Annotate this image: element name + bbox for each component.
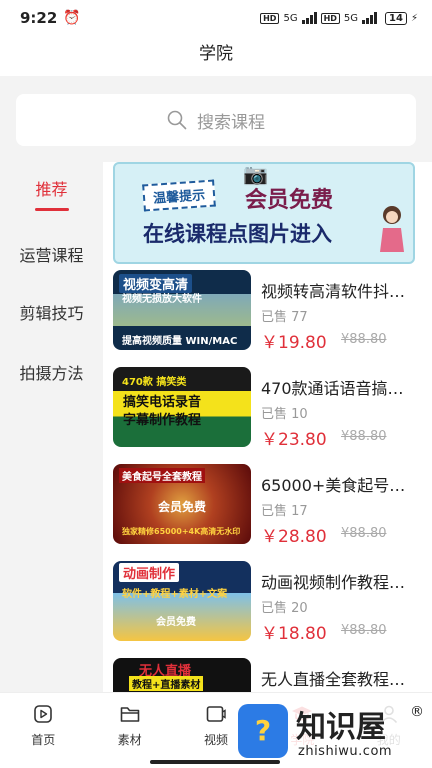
sidebar-item-recommend[interactable]: 推荐: [0, 162, 103, 224]
course-original-price: ¥88.80: [341, 429, 387, 444]
sidebar-item-editing[interactable]: 剪辑技巧: [0, 282, 103, 342]
tab-label: 视频: [203, 733, 228, 747]
course-card-3[interactable]: 美食起号全套教程 会员免费 独家精修65000+4K高清无水印 65000+美食…: [113, 464, 423, 550]
course-sold-count: 已售 17: [261, 504, 308, 519]
course-thumbnail: 动画制作 软件+教程+素材+文案 会员免费: [113, 561, 251, 641]
banner-subtitle: 在线课程点图片进入: [143, 222, 332, 246]
course-price: ￥28.80: [261, 527, 327, 547]
course-original-price: ¥88.80: [341, 526, 387, 541]
video-icon: [206, 706, 226, 722]
girl-illustration-icon: [380, 206, 404, 252]
battery-icon: 14: [385, 11, 407, 25]
sidebar-item-label: 拍摄方法: [19, 364, 84, 383]
thumb-subtitle: 字幕制作教程: [123, 413, 202, 428]
thumb-title: 美食起号全套教程: [119, 468, 205, 483]
battery-level: 14: [389, 12, 403, 24]
course-card-2[interactable]: 470款 搞笑类 搞笑电话录音 字幕制作教程 470款通话语音搞… 已售 10 …: [113, 367, 423, 453]
course-list: 📷 温馨提示 会员免费 在线课程点图片进入 视频变高清 视频无损放大软件 提高视…: [103, 162, 432, 692]
page-title: 学院: [0, 36, 432, 76]
course-card-5[interactable]: 无人直播 教程+直播素材 无人直播全套教程…: [113, 658, 423, 692]
tab-home[interactable]: 首页: [0, 693, 86, 768]
charging-icon: ⚡: [410, 12, 418, 24]
thumb-subtitle: 教程+直播素材: [129, 676, 204, 691]
search-placeholder: 搜索课程: [197, 112, 265, 133]
course-price: ￥19.80: [261, 333, 327, 353]
course-original-price: ¥88.80: [341, 623, 387, 638]
home-indicator: [150, 760, 280, 764]
thumb-bottom: 独家精修65000+4K高清无水印: [122, 527, 241, 536]
sidebar-item-shooting[interactable]: 拍摄方法: [0, 342, 103, 402]
watermark: ? 知识屋 ® zhishiwu.com: [234, 696, 432, 768]
course-sold-count: 已售 10: [261, 407, 308, 422]
thumb-bottom: 470款 搞笑类: [122, 377, 187, 388]
course-thumbnail: 视频变高清 视频无损放大软件 提高视频质量 WIN/MAC: [113, 270, 251, 350]
banner-title: 会员免费: [245, 188, 334, 213]
network-type-1: 5G: [283, 12, 298, 24]
thumb-subtitle: 软件+教程+素材+文案: [122, 589, 228, 600]
thumb-title: 动画制作: [119, 563, 180, 582]
tab-materials[interactable]: 素材: [86, 693, 172, 768]
search-area: 搜索课程: [0, 76, 432, 162]
sidebar-item-label: 推荐: [35, 179, 68, 199]
course-title: 470款通话语音搞…: [261, 379, 404, 398]
banner-tag: 温馨提示: [142, 179, 216, 212]
signal-icon: [301, 12, 317, 24]
course-title: 动画视频制作教程…: [261, 573, 406, 592]
course-sold-count: 已售 77: [261, 310, 308, 325]
status-bar: 9:22 ⏰ HD 5G HD 5G 14 ⚡: [0, 0, 432, 36]
search-icon: [167, 110, 187, 130]
status-time: 9:22: [20, 9, 58, 27]
network-type-2: 5G: [343, 12, 359, 24]
sidebar-item-operations[interactable]: 运营课程: [0, 226, 103, 282]
watermark-logo-icon: ?: [238, 704, 288, 758]
tab-label: 首页: [31, 733, 56, 747]
search-input[interactable]: 搜索课程: [16, 94, 416, 146]
course-thumbnail: 美食起号全套教程 会员免费 独家精修65000+4K高清无水印: [113, 464, 251, 544]
course-price: ￥23.80: [261, 430, 327, 450]
signal-icon-2: [362, 12, 378, 24]
course-title: 65000+美食起号…: [261, 476, 406, 495]
watermark-url: zhishiwu.com: [298, 744, 393, 759]
course-title: 视频转高清软件抖…: [261, 282, 406, 301]
course-thumbnail: 无人直播 教程+直播素材: [113, 658, 251, 692]
sidebar-item-label: 运营课程: [19, 246, 84, 265]
course-title: 无人直播全套教程…: [261, 670, 406, 689]
status-icons: HD 5G HD 5G 14 ⚡: [260, 11, 418, 25]
watermark-brand: 知识屋: [296, 710, 386, 745]
active-indicator: [34, 207, 69, 211]
hd-icon-2: HD: [320, 12, 340, 24]
course-thumbnail: 470款 搞笑类 搞笑电话录音 字幕制作教程: [113, 367, 251, 447]
course-card-4[interactable]: 动画制作 软件+教程+素材+文案 会员免费 动画视频制作教程… 已售 20 ￥1…: [113, 561, 423, 647]
course-sold-count: 已售 20: [261, 601, 308, 616]
hd-icon: HD: [260, 12, 280, 24]
course-price: ￥18.80: [261, 624, 327, 644]
member-banner[interactable]: 📷 温馨提示 会员免费 在线课程点图片进入: [113, 162, 415, 264]
thumb-subtitle: 会员免费: [158, 500, 207, 514]
category-sidebar: 推荐 运营课程 剪辑技巧 拍摄方法: [0, 162, 103, 692]
course-original-price: ¥88.80: [341, 332, 387, 347]
tab-label: 素材: [117, 733, 142, 747]
thumb-bottom: 会员免费: [156, 617, 196, 628]
thumb-subtitle: 视频无损放大软件: [122, 294, 202, 305]
thumb-bottom: 提高视频质量 WIN/MAC: [122, 336, 238, 347]
registered-mark: ®: [410, 704, 424, 720]
home-icon: [34, 705, 52, 723]
course-card-1[interactable]: 视频变高清 视频无损放大软件 提高视频质量 WIN/MAC 视频转高清软件抖… …: [113, 270, 423, 356]
sidebar-item-label: 剪辑技巧: [19, 304, 84, 323]
thumb-title: 搞笑电话录音: [123, 395, 202, 410]
folder-icon: [120, 707, 139, 722]
alarm-icon: ⏰: [63, 10, 81, 26]
